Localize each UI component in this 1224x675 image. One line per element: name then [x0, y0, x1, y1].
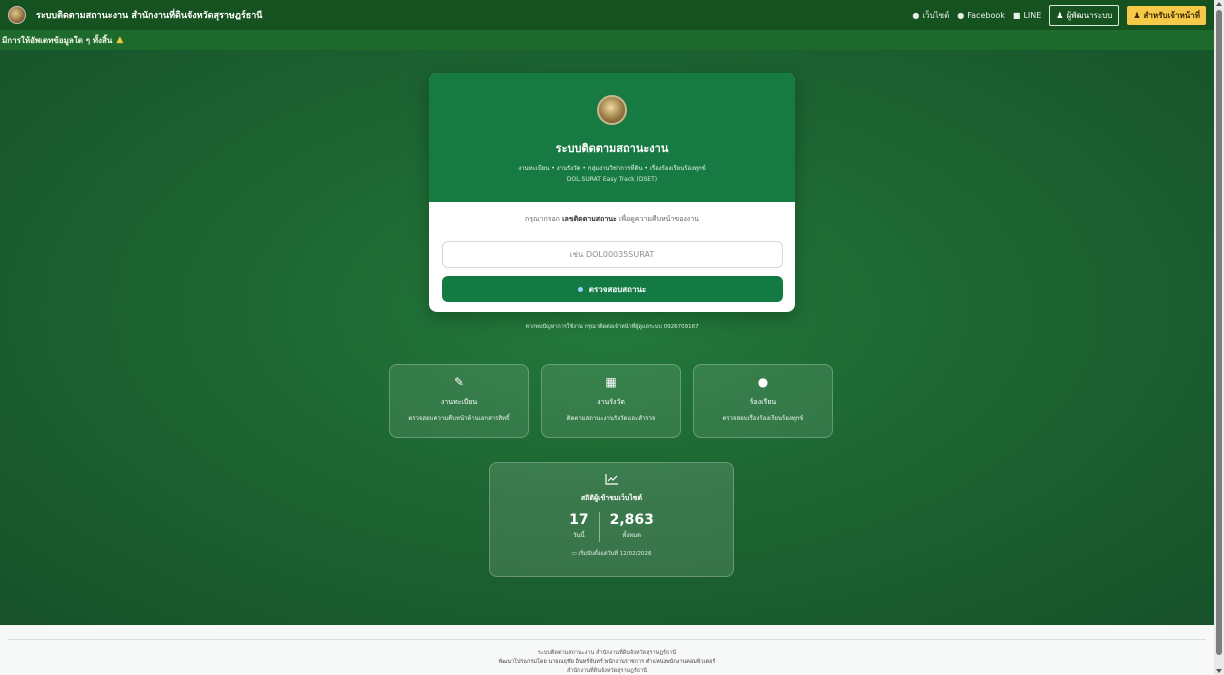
service-title: งานรังวัด — [597, 398, 625, 406]
top-navbar: ระบบติดตามสถานะงาน สำนักงานที่ดินจังหวัด… — [0, 0, 1214, 30]
staff-login-button[interactable]: ♟ สำหรับเจ้าหน้าที่ — [1127, 5, 1206, 25]
stats-title: สถิติผู้เข้าชมเว็บไซต์ — [580, 494, 643, 502]
tracking-card-header: ระบบติดตามสถานะงาน งานทะเบียน • งานรังวั… — [429, 73, 795, 202]
stat-today-value: 17 — [569, 512, 589, 528]
footer: ระบบติดตามสถานะงาน สำนักงานที่ดินจังหวัด… — [0, 625, 1214, 675]
staff-login-button-label: สำหรับเจ้าหน้าที่ — [1143, 10, 1200, 20]
footer-divider — [8, 639, 1206, 640]
scroll-down-icon[interactable] — [1216, 669, 1222, 673]
line-icon: ■ — [1012, 10, 1021, 20]
service-card-survey[interactable]: ▦ งานรังวัด ติดตามสถานะงานรังวัดและสำรวจ — [541, 364, 681, 438]
line-chart-icon — [490, 473, 733, 489]
nav-link-website-label: เว็บไซต์ — [922, 10, 950, 20]
tracking-card: ระบบติดตามสถานะงาน งานทะเบียน • งานรังวั… — [429, 73, 795, 312]
service-card-complaint[interactable]: ● ร้องเรียน ตรวจสอบเรื่องร้องเรียนร้องทุ… — [693, 364, 833, 438]
tracking-number-input[interactable] — [441, 241, 783, 268]
visitor-stats-card: สถิติผู้เข้าชมเว็บไซต์ 17 วันนี้ 2,863 ท… — [489, 462, 734, 577]
developer-button-label: ผู้พัฒนาระบบ — [1066, 10, 1113, 20]
system-code: DOL.SURAT Easy Track (DSET) — [566, 176, 658, 183]
prompt-after: เพื่อดูความคืบหน้าของงาน — [619, 215, 699, 223]
contact-note: หากพบปัญหาการใช้งาน กรุณาติดต่อเจ้าหน้าท… — [525, 324, 699, 330]
service-card-registration[interactable]: ✎ งานทะเบียน ตรวจสอบความคืบหน้าด้านเอกสา… — [389, 364, 529, 438]
announcement-marquee: มีการให้อัพเดทข้อมูลใด ๆ ทั้งสิ้น ▲ — [0, 30, 1214, 50]
brand[interactable]: ระบบติดตามสถานะงาน สำนักงานที่ดินจังหวัด… — [8, 6, 262, 24]
department-seal-icon — [597, 95, 627, 125]
nav-link-facebook[interactable]: ● Facebook — [957, 11, 1005, 20]
user-group-icon: ♟ — [1056, 10, 1064, 20]
stat-today: 17 วันนี้ — [559, 512, 598, 540]
tracking-prompt: กรุณากรอก เลขติดตามสถานะ เพื่อดูความคืบห… — [441, 214, 783, 225]
scroll-up-icon[interactable] — [1216, 2, 1222, 6]
service-title: งานทะเบียน — [440, 398, 478, 406]
facebook-icon: ● — [957, 10, 965, 20]
prompt-bold: เลขติดตามสถานะ — [562, 215, 617, 223]
nav-link-line[interactable]: ■ LINE — [1013, 11, 1041, 20]
announcement-text: มีการให้อัพเดทข้อมูลใด ๆ ทั้งสิ้น — [2, 35, 113, 45]
nav-link-facebook-label: Facebook — [967, 10, 1005, 20]
search-icon — [577, 286, 583, 292]
service-desc: ติดตามสถานะงานรังวัดและสำรวจ — [566, 415, 656, 422]
system-subtitle: งานทะเบียน • งานรังวัด • กลุ่มงานวิชาการ… — [518, 165, 706, 172]
developer-button[interactable]: ♟ ผู้พัฒนาระบบ — [1049, 4, 1120, 26]
footer-line-2: พัฒนาโปรแกรมโดย นายณธุชัย อินทร์จันทร์ พ… — [498, 659, 716, 665]
stats-row: 17 วันนี้ 2,863 ทั้งหมด — [490, 512, 733, 542]
check-status-button[interactable]: ตรวจสอบสถานะ — [441, 276, 783, 302]
stat-total-value: 2,863 — [609, 512, 654, 528]
stat-total-label: ทั้งหมด — [622, 532, 642, 539]
stats-since-text: เริ่มนับตั้งแต่วันที่ 12/02/2026 — [578, 551, 652, 557]
nav-link-website[interactable]: ● เว็บไซต์ — [912, 9, 949, 22]
tracking-card-body: กรุณากรอก เลขติดตามสถานะ เพื่อดูความคืบห… — [429, 202, 795, 312]
calendar-icon: ▭ — [571, 551, 577, 557]
footer-line-1: ระบบติดตามสถานะงาน สำนักงานที่ดินจังหวัด… — [537, 650, 677, 656]
chat-icon: ● — [757, 375, 769, 389]
service-desc: ตรวจสอบความคืบหน้าด้านเอกสารสิทธิ์ — [408, 415, 510, 422]
stat-today-label: วันนี้ — [573, 532, 585, 539]
page-scrollbar[interactable] — [1214, 0, 1224, 675]
globe-icon: ● — [912, 10, 920, 20]
document-edit-icon: ✎ — [453, 375, 465, 389]
check-status-label: ตรวจสอบสถานะ — [588, 284, 647, 294]
prompt-before: กรุณากรอก — [525, 215, 560, 223]
scrollbar-thumb[interactable] — [1216, 10, 1222, 655]
user-icon: ♟ — [1133, 10, 1141, 20]
map-icon: ▦ — [605, 375, 617, 389]
department-emblem-icon — [8, 6, 26, 24]
warning-icon: ▲ — [116, 35, 124, 45]
service-title: ร้องเรียน — [749, 398, 777, 406]
nav-links: ● เว็บไซต์ ● Facebook ■ LINE ♟ ผู้พัฒนาร… — [912, 4, 1206, 26]
site-title: ระบบติดตามสถานะงาน สำนักงานที่ดินจังหวัด… — [36, 11, 263, 21]
system-title: ระบบติดตามสถานะงาน — [555, 142, 669, 155]
service-desc: ตรวจสอบเรื่องร้องเรียนร้องทุกข์ — [722, 415, 804, 422]
stat-total: 2,863 ทั้งหมด — [600, 512, 664, 540]
nav-link-line-label: LINE — [1023, 10, 1042, 20]
footer-line-3: สำนักงานที่ดินจังหวัดสุราษฎร์ธานี — [566, 668, 648, 674]
stats-since: ▭ เริ่มนับตั้งแต่วันที่ 12/02/2026 — [490, 550, 733, 558]
